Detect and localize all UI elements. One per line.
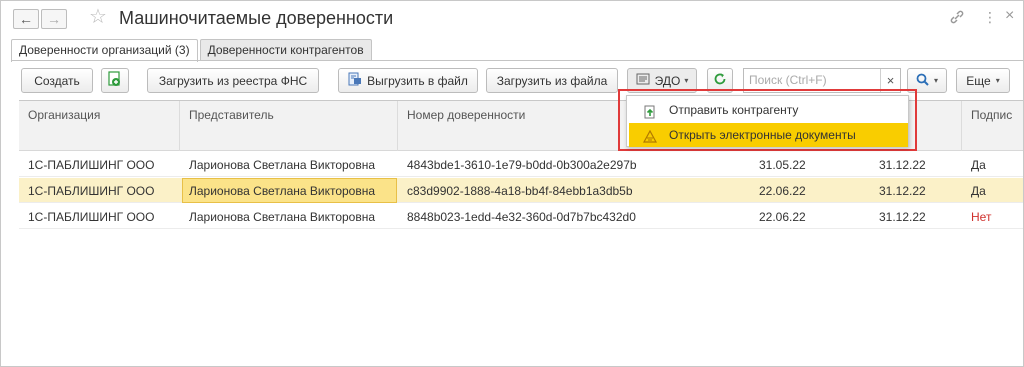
edo-icon [636, 72, 650, 89]
menu-item-label: Открыть электронные документы [669, 128, 856, 142]
refresh-icon [713, 72, 727, 89]
page-title: Машиночитаемые доверенности [119, 8, 394, 28]
edo-dropdown-menu: Отправить контрагенту Открыть электронны… [626, 95, 909, 147]
edo-documents-icon [642, 128, 658, 143]
cell-number: 4843bde1-3610-1e79-b0dd-0b300a2e297b [407, 158, 637, 172]
col-header-number[interactable]: Номер доверенности [407, 108, 525, 122]
create-button[interactable]: Создать [21, 68, 93, 93]
title-bar: ← → ☆ Машиночитаемые доверенности ⋮ × [1, 1, 1023, 37]
menu-item-open-edo-documents[interactable]: Открыть электронные документы [629, 123, 908, 147]
forward-button[interactable]: → [41, 9, 67, 29]
more-label: Еще [966, 73, 991, 88]
import-file-button[interactable]: Загрузить из файла [486, 68, 618, 93]
cell-number: 8848b023-1edd-4e32-360d-0d7b7bc432d0 [407, 210, 636, 224]
col-header-signed[interactable]: Подпис [971, 108, 1012, 122]
col-header-representative[interactable]: Представитель [189, 108, 274, 122]
cell-date-from: 22.06.22 [759, 184, 806, 198]
search-placeholder: Поиск (Ctrl+F) [749, 73, 827, 87]
export-file-icon [348, 72, 362, 89]
chevron-down-icon: ▾ [684, 76, 689, 85]
column-separator [961, 101, 962, 151]
cell-date-from: 31.05.22 [759, 158, 806, 172]
create-label: Создать [34, 73, 80, 88]
cell-signed: Да [971, 158, 986, 172]
menu-item-label: Отправить контрагенту [669, 103, 799, 117]
cell-organization: 1С-ПАБЛИШИНГ ООО [28, 210, 155, 224]
cell-date-to: 31.12.22 [879, 158, 926, 172]
import-fns-label: Загрузить из реестра ФНС [158, 73, 308, 88]
cell-date-from: 22.06.22 [759, 210, 806, 224]
favorite-star-icon[interactable]: ☆ [89, 7, 107, 27]
cell-organization: 1С-ПАБЛИШИНГ ООО [28, 158, 155, 172]
arrow-left-icon: ← [19, 11, 33, 27]
cell-date-to: 31.12.22 [879, 210, 926, 224]
export-file-label: Выгрузить в файл [367, 73, 468, 88]
chevron-down-icon: ▾ [995, 76, 1000, 85]
tab-divider [11, 60, 1023, 61]
import-file-label: Загрузить из файла [496, 73, 608, 88]
table-row[interactable]: 1С-ПАБЛИШИНГ ООО Ларионова Светлана Викт… [19, 204, 1023, 229]
table-row[interactable]: 1С-ПАБЛИШИНГ ООО Ларионова Светлана Викт… [19, 178, 1023, 203]
close-icon[interactable]: × [1005, 7, 1014, 25]
cell-representative: Ларионова Светлана Викторовна [189, 158, 376, 172]
export-file-button[interactable]: Выгрузить в файл [338, 68, 478, 93]
cell-date-to: 31.12.22 [879, 184, 926, 198]
window: ← → ☆ Машиночитаемые доверенности ⋮ × До… [0, 0, 1024, 367]
more-vertical-icon[interactable]: ⋮ [983, 9, 997, 26]
column-separator [397, 101, 398, 151]
arrow-right-icon: → [47, 11, 61, 27]
back-button[interactable]: ← [13, 9, 39, 29]
chevron-down-icon: ▾ [933, 76, 938, 85]
send-document-icon [643, 103, 657, 119]
menu-item-send-to-contractor[interactable]: Отправить контрагенту [629, 98, 908, 122]
cell-signed: Да [971, 184, 986, 198]
tab-contractor-poa[interactable]: Доверенности контрагентов [199, 39, 372, 61]
col-header-organization[interactable]: Организация [28, 108, 100, 122]
search-icon [916, 73, 929, 89]
cell-number: c83d9902-1888-4a18-bb4f-84ebb1a3db5b [407, 184, 633, 198]
cell-signed: Нет [971, 210, 992, 224]
link-icon[interactable] [949, 9, 965, 28]
table-row[interactable]: 1С-ПАБЛИШИНГ ООО Ларионова Светлана Викт… [19, 152, 1023, 177]
column-separator [179, 101, 180, 151]
edo-label: ЭДО [654, 73, 681, 88]
tab-org-poa[interactable]: Доверенности организаций (3) [11, 39, 198, 62]
add-document-icon [108, 71, 122, 90]
import-fns-button[interactable]: Загрузить из реестра ФНС [147, 68, 319, 93]
add-copy-button[interactable] [101, 68, 129, 93]
cell-organization: 1С-ПАБЛИШИНГ ООО [28, 184, 155, 198]
tab-bar: Доверенности организаций (3) Доверенност… [11, 39, 374, 62]
cell-representative: Ларионова Светлана Викторовна [189, 184, 376, 198]
cell-representative: Ларионова Светлана Викторовна [189, 210, 376, 224]
more-button[interactable]: Еще ▾ [956, 68, 1010, 93]
